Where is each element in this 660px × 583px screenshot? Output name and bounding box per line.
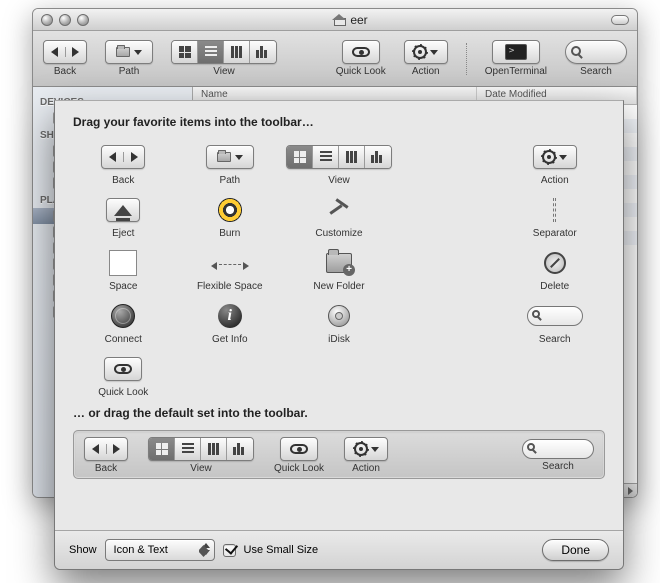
sheet-default-heading: … or drag the default set into the toolb…	[73, 406, 605, 420]
close-button[interactable]	[41, 14, 53, 26]
eject-icon	[114, 205, 132, 216]
sheet-footer: Show Icon & Text Use Small Size Done	[55, 530, 623, 569]
default-quicklook[interactable]: Quick Look	[274, 437, 324, 474]
idisk-icon	[328, 305, 350, 327]
palette-space[interactable]: Space	[73, 249, 174, 292]
folder-icon	[116, 47, 130, 57]
palette-search[interactable]: Search	[505, 302, 606, 345]
palette-burn[interactable]: Burn	[180, 196, 281, 239]
toolbar-path[interactable]: Path	[105, 40, 153, 77]
palette-separator[interactable]: Separator	[505, 196, 606, 239]
view-segmented[interactable]	[171, 40, 277, 64]
show-label: Show	[69, 544, 97, 556]
customize-toolbar-sheet: Drag your favorite items into the toolba…	[54, 100, 624, 570]
toolbar-item-palette: Back Path View Action	[73, 143, 605, 398]
toolbar-back-label: Back	[54, 66, 76, 77]
flexible-space-icon	[211, 257, 249, 269]
info-icon: i	[218, 304, 242, 328]
palette-path[interactable]: Path	[180, 143, 281, 186]
eye-icon	[352, 47, 370, 57]
globe-icon	[111, 304, 135, 328]
zoom-button[interactable]	[77, 14, 89, 26]
window-toolbar: Back Path View Quick Look Action	[33, 31, 637, 87]
search-field[interactable]	[565, 40, 627, 64]
toolbar-quicklook-label: Quick Look	[336, 66, 386, 77]
toolbar-search[interactable]: Search	[565, 40, 627, 77]
palette-view[interactable]: View	[286, 143, 392, 186]
window-title: eer	[89, 13, 611, 27]
default-action[interactable]: Action	[344, 437, 388, 474]
stepper-icon	[202, 543, 210, 555]
window-title-text: eer	[350, 13, 367, 27]
gear-icon	[413, 45, 427, 59]
traffic-lights	[41, 14, 89, 26]
view-icon-mode[interactable]	[172, 41, 198, 63]
separator-icon	[553, 198, 556, 222]
path-capsule[interactable]	[105, 40, 153, 64]
palette-flexible-space[interactable]: Flexible Space	[180, 249, 281, 292]
palette-customize[interactable]: Customize	[286, 196, 392, 239]
show-mode-select[interactable]: Icon & Text	[105, 539, 215, 561]
toolbar-search-label: Search	[580, 66, 612, 77]
toolbar-action-label: Action	[412, 66, 440, 77]
palette-connect[interactable]: Connect	[73, 302, 174, 345]
default-search[interactable]: Search	[522, 439, 594, 472]
toolbar-quicklook[interactable]: Quick Look	[336, 40, 386, 77]
chevron-down-icon	[430, 50, 438, 55]
done-button[interactable]: Done	[542, 539, 609, 561]
toolbar-openterminal[interactable]: OpenTerminal	[485, 40, 547, 77]
action-capsule[interactable]	[404, 40, 448, 64]
eye-icon	[290, 444, 308, 454]
toolbar-action[interactable]: Action	[404, 40, 448, 77]
nav-back-icon[interactable]	[44, 47, 66, 57]
toolbar-view[interactable]: View	[171, 40, 277, 77]
gear-icon	[542, 150, 556, 164]
toolbar-toggle-pill[interactable]	[611, 15, 629, 25]
palette-quicklook[interactable]: Quick Look	[73, 355, 174, 398]
use-small-size-checkbox[interactable]	[223, 544, 236, 557]
palette-get-info[interactable]: i Get Info	[180, 302, 281, 345]
quicklook-capsule[interactable]	[342, 40, 380, 64]
nav-capsule[interactable]	[43, 40, 87, 64]
palette-delete[interactable]: Delete	[505, 249, 606, 292]
palette-action[interactable]: Action	[505, 143, 606, 186]
toolbar-path-label: Path	[119, 66, 140, 77]
burn-icon	[218, 198, 242, 222]
terminal-icon	[505, 44, 527, 60]
gear-icon	[354, 442, 368, 456]
palette-new-folder[interactable]: New Folder	[286, 249, 392, 292]
new-folder-icon	[326, 253, 352, 273]
show-mode-value: Icon & Text	[114, 544, 168, 556]
delete-icon	[544, 252, 566, 274]
search-field-icon	[527, 306, 583, 326]
palette-eject[interactable]: Eject	[73, 196, 174, 239]
palette-back[interactable]: Back	[73, 143, 174, 186]
space-icon	[109, 250, 137, 276]
toolbar-separator	[466, 43, 467, 75]
search-icon	[527, 443, 535, 451]
toolbar-view-label: View	[213, 66, 235, 77]
toolbar-back[interactable]: Back	[43, 40, 87, 77]
chevron-down-icon	[134, 50, 142, 55]
toolbar-openterminal-label: OpenTerminal	[485, 66, 547, 77]
view-list-mode[interactable]	[198, 41, 224, 63]
tools-icon	[327, 198, 351, 222]
default-toolbar-set[interactable]: Back View Quick Look Action	[73, 430, 605, 479]
nav-forward-icon[interactable]	[66, 47, 87, 57]
eye-icon	[114, 364, 132, 374]
home-icon	[332, 14, 346, 26]
default-view[interactable]: View	[148, 437, 254, 474]
minimize-button[interactable]	[59, 14, 71, 26]
openterminal-capsule[interactable]	[492, 40, 540, 64]
sheet-heading: Drag your favorite items into the toolba…	[73, 115, 605, 129]
search-icon	[571, 46, 581, 56]
palette-idisk[interactable]: iDisk	[286, 302, 392, 345]
use-small-size-label: Use Small Size	[244, 544, 319, 556]
view-coverflow-mode[interactable]	[250, 41, 276, 63]
view-column-mode[interactable]	[224, 41, 250, 63]
scroll-right-icon[interactable]	[623, 484, 637, 498]
default-back[interactable]: Back	[84, 437, 128, 474]
titlebar: eer	[33, 9, 637, 31]
